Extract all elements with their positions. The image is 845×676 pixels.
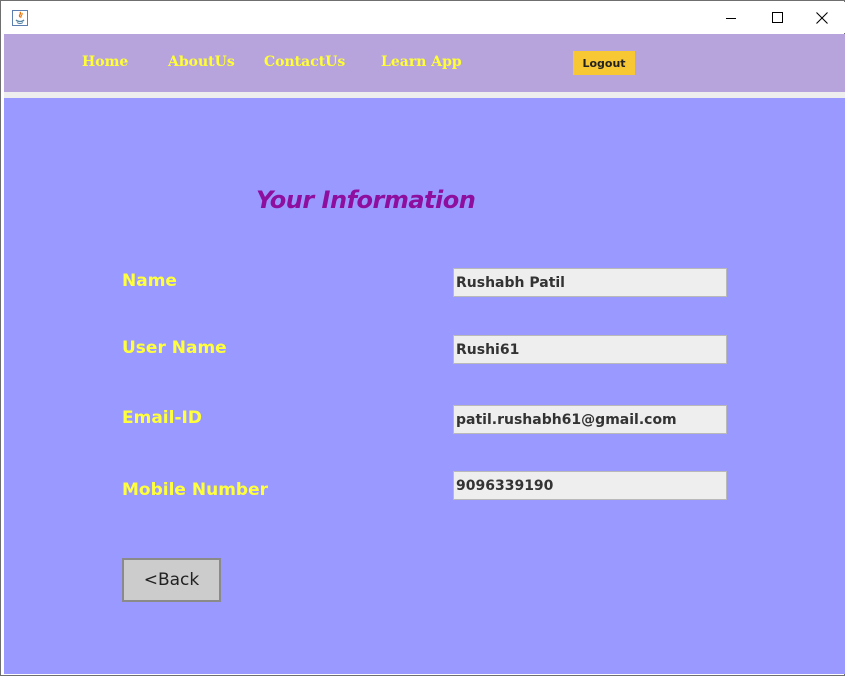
mobile-number-label: Mobile Number bbox=[122, 480, 268, 500]
title-bar[interactable] bbox=[2, 2, 845, 33]
minimize-icon bbox=[726, 13, 736, 23]
top-navbar: Home AboutUs ContactUs Learn App Logout bbox=[4, 34, 845, 92]
maximize-button[interactable] bbox=[754, 2, 800, 33]
name-field[interactable] bbox=[453, 268, 727, 297]
nav-home-link[interactable]: Home bbox=[82, 54, 128, 70]
logout-button[interactable]: Logout bbox=[573, 51, 635, 75]
nav-aboutus-link[interactable]: AboutUs bbox=[168, 54, 235, 70]
page-title: Your Information bbox=[256, 186, 476, 214]
mobile-number-field[interactable] bbox=[453, 471, 727, 500]
name-label: Name bbox=[122, 271, 177, 291]
username-field[interactable] bbox=[453, 335, 727, 364]
maximize-icon bbox=[771, 12, 783, 23]
app-window: Home AboutUs ContactUs Learn App Logout … bbox=[0, 0, 845, 676]
user-info-panel: Your Information Name User Name Email-ID… bbox=[4, 98, 845, 674]
email-label: Email-ID bbox=[122, 408, 202, 428]
nav-learn-app-link[interactable]: Learn App bbox=[381, 54, 462, 70]
close-icon bbox=[816, 11, 828, 24]
java-app-icon bbox=[12, 10, 28, 26]
nav-contactus-link[interactable]: ContactUs bbox=[264, 54, 345, 70]
email-field[interactable] bbox=[453, 405, 727, 434]
minimize-button[interactable] bbox=[708, 2, 754, 33]
back-button[interactable]: <Back bbox=[122, 558, 221, 602]
close-button[interactable] bbox=[799, 2, 845, 33]
username-label: User Name bbox=[122, 338, 227, 358]
